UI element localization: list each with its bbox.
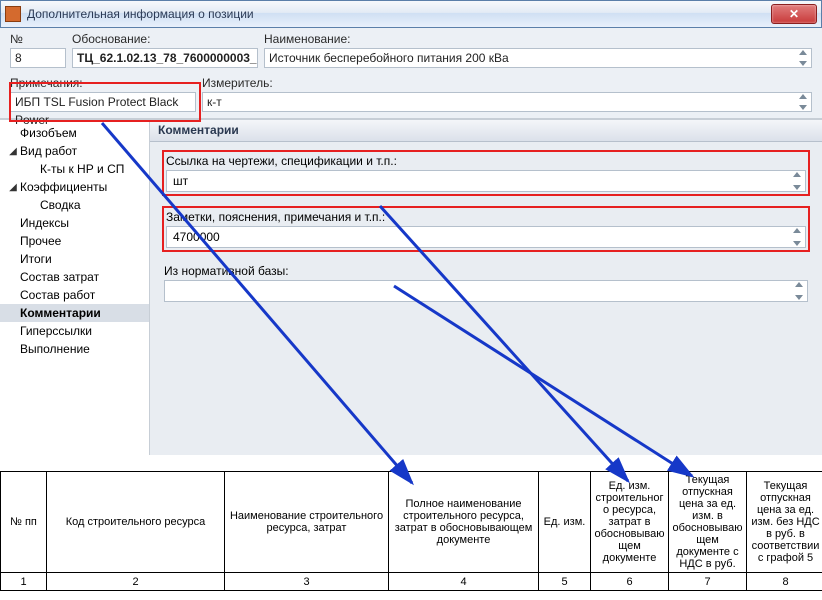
sidebar-item-label: Вид работ bbox=[20, 144, 77, 158]
field-izm-text: к-т bbox=[207, 95, 222, 109]
sidebar-item[interactable]: Индексы bbox=[0, 214, 149, 232]
field-normative[interactable] bbox=[164, 280, 808, 302]
sidebar-item-label: Состав работ bbox=[20, 288, 95, 302]
sidebar: Физобъем◢Вид работК-ты к НР и СП◢Коэффиц… bbox=[0, 120, 150, 455]
sidebar-item[interactable]: Сводка bbox=[0, 196, 149, 214]
label-no: № bbox=[10, 32, 66, 46]
column-header: Код строительного ресурса bbox=[47, 472, 225, 573]
field-notes[interactable]: 4700000 bbox=[166, 226, 806, 248]
label-izm: Измеритель: bbox=[202, 76, 812, 90]
sidebar-item[interactable]: Состав работ bbox=[0, 286, 149, 304]
field-drawings[interactable]: шт bbox=[166, 170, 806, 192]
sidebar-item[interactable]: Итоги bbox=[0, 250, 149, 268]
column-header: Ед. изм. строительного ресурса, затрат в… bbox=[591, 472, 669, 573]
field-naim-text: Источник бесперебойного питания 200 кВа bbox=[269, 51, 509, 65]
sidebar-item-label: К-ты к НР и СП bbox=[40, 162, 124, 176]
column-header: № пп bbox=[1, 472, 47, 573]
field-izm[interactable]: к-т bbox=[202, 92, 812, 112]
bottom-table: № ппКод строительного ресурсаНаименовани… bbox=[0, 471, 822, 591]
sidebar-item[interactable]: Гиперссылки bbox=[0, 322, 149, 340]
sidebar-item-label: Прочее bbox=[20, 234, 61, 248]
scroll-down-icon[interactable] bbox=[796, 57, 810, 66]
column-number: 8 bbox=[747, 573, 822, 591]
scroll-down-icon[interactable] bbox=[790, 237, 804, 246]
scroll-up-icon[interactable] bbox=[790, 228, 804, 237]
sidebar-item-label: Гиперссылки bbox=[20, 324, 92, 338]
sidebar-item[interactable]: ◢Коэффициенты bbox=[0, 178, 149, 196]
field-obosn[interactable]: ТЦ_62.1.02.13_78_7600000003_ bbox=[72, 48, 258, 68]
sidebar-item[interactable]: Выполнение bbox=[0, 340, 149, 358]
column-number: 4 bbox=[389, 573, 539, 591]
column-header: Ед. изм. bbox=[539, 472, 591, 573]
label-drawings: Ссылка на чертежи, спецификации и т.п.: bbox=[166, 154, 806, 168]
field-naim[interactable]: Источник бесперебойного питания 200 кВа bbox=[264, 48, 812, 68]
close-icon: ✕ bbox=[789, 7, 799, 21]
highlight-box-prim bbox=[9, 82, 201, 122]
column-number: 3 bbox=[225, 573, 389, 591]
comments-panel: Комментарии Ссылка на чертежи, специфика… bbox=[150, 120, 822, 455]
window-title: Дополнительная информация о позиции bbox=[27, 7, 254, 21]
sidebar-item-label: Сводка bbox=[40, 198, 81, 212]
scroll-down-icon[interactable] bbox=[796, 101, 810, 110]
group-notes: Заметки, пояснения, примечания и т.п.: 4… bbox=[164, 208, 808, 250]
column-number: 5 bbox=[539, 573, 591, 591]
sidebar-item[interactable]: Прочее bbox=[0, 232, 149, 250]
column-number: 7 bbox=[669, 573, 747, 591]
label-naim: Наименование: bbox=[264, 32, 812, 46]
scroll-down-icon[interactable] bbox=[792, 291, 806, 300]
label-normative: Из нормативной базы: bbox=[164, 264, 808, 278]
sidebar-item-label: Итоги bbox=[20, 252, 52, 266]
column-number: 6 bbox=[591, 573, 669, 591]
group-normative: Из нормативной базы: bbox=[164, 264, 808, 302]
sidebar-item[interactable]: ◢Вид работ bbox=[0, 142, 149, 160]
column-header: Текущая отпускная цена за ед. изм. без Н… bbox=[747, 472, 822, 573]
sidebar-item-label: Выполнение bbox=[20, 342, 90, 356]
sidebar-item-label: Комментарии bbox=[20, 306, 101, 320]
caret-icon: ◢ bbox=[8, 146, 18, 157]
sidebar-item[interactable]: Комментарии bbox=[0, 304, 149, 322]
sidebar-item-label: Индексы bbox=[20, 216, 69, 230]
column-header: Полное наименование строительного ресурс… bbox=[389, 472, 539, 573]
column-header: Текущая отпускная цена за ед. изм. в обо… bbox=[669, 472, 747, 573]
label-notes: Заметки, пояснения, примечания и т.п.: bbox=[166, 210, 806, 224]
sidebar-item-label: Коэффициенты bbox=[20, 180, 107, 194]
label-obosn: Обоснование: bbox=[72, 32, 258, 46]
group-drawings: Ссылка на чертежи, спецификации и т.п.: … bbox=[164, 152, 808, 194]
title-bar: Дополнительная информация о позиции ✕ bbox=[0, 0, 822, 28]
field-drawings-text: шт bbox=[173, 174, 188, 188]
scroll-up-icon[interactable] bbox=[790, 172, 804, 181]
column-number: 1 bbox=[1, 573, 47, 591]
scroll-up-icon[interactable] bbox=[792, 282, 806, 291]
app-icon bbox=[5, 6, 21, 22]
sidebar-item-label: Состав затрат bbox=[20, 270, 99, 284]
sidebar-item[interactable]: Состав затрат bbox=[0, 268, 149, 286]
scroll-down-icon[interactable] bbox=[790, 181, 804, 190]
panel-header: Комментарии bbox=[150, 120, 822, 142]
field-no[interactable]: 8 bbox=[10, 48, 66, 68]
close-button[interactable]: ✕ bbox=[771, 4, 817, 24]
field-notes-text: 4700000 bbox=[173, 230, 220, 244]
sidebar-item[interactable]: К-ты к НР и СП bbox=[0, 160, 149, 178]
column-header: Наименование строительного ресурса, затр… bbox=[225, 472, 389, 573]
bottom-table-wrap: № ппКод строительного ресурсаНаименовани… bbox=[0, 471, 822, 583]
column-number: 2 bbox=[47, 573, 225, 591]
caret-icon: ◢ bbox=[8, 182, 18, 193]
